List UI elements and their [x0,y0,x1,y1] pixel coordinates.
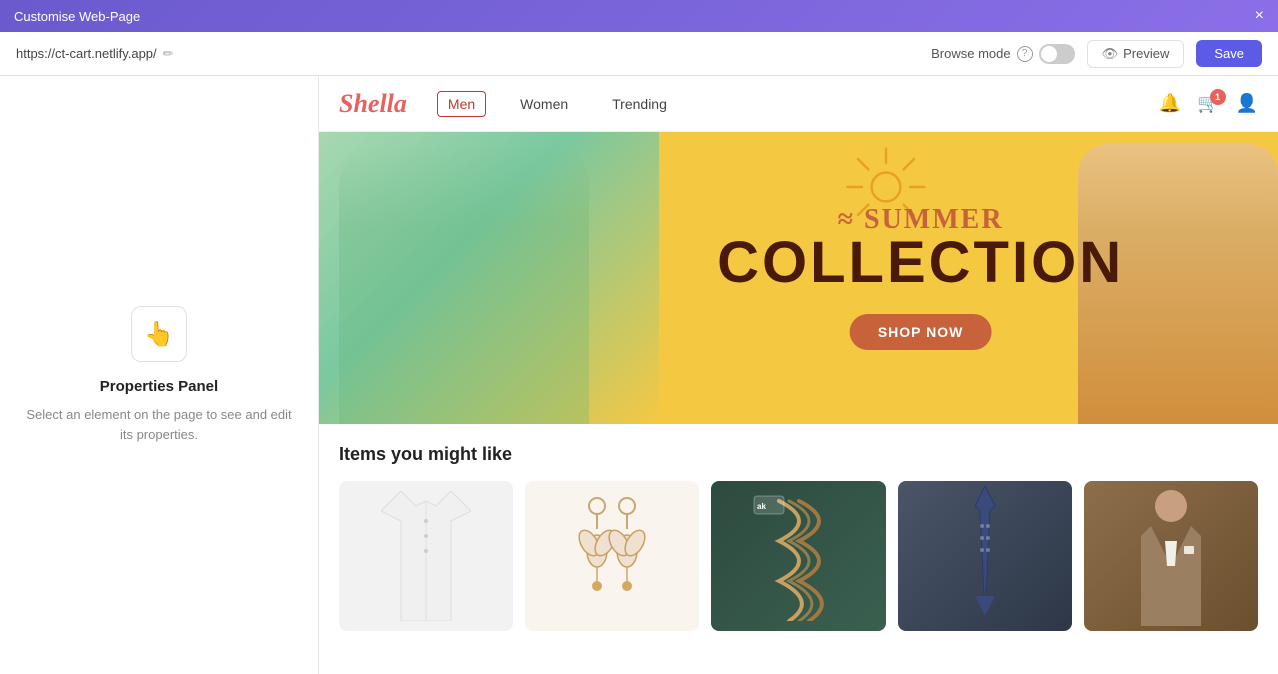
store-logo[interactable]: Shella [339,89,407,119]
page-preview: Shella Men Women Trending 🔔 🛒 1 👤 [319,76,1278,674]
svg-text:ak: ak [757,502,766,511]
preview-label: Preview [1123,46,1169,61]
notification-button[interactable]: 🔔 [1159,93,1181,114]
left-model-area [319,132,659,424]
store-nav: Shella Men Women Trending 🔔 🛒 1 👤 [319,76,1278,132]
product-suit[interactable] [1084,481,1258,631]
suit-icon [1121,486,1221,626]
title-bar: Customise Web-Page × [0,0,1278,32]
nav-item-trending[interactable]: Trending [602,92,677,116]
app-title: Customise Web-Page [14,9,140,24]
browse-mode-label: Browse mode [931,46,1010,61]
url-display: https://ct-cart.netlify.app/ ✏ [16,46,174,62]
items-section-title: Items you might like [339,444,1258,465]
browse-mode-info-icon: ? [1017,46,1033,62]
left-model-silhouette [339,144,589,424]
edit-url-icon[interactable]: ✏ [163,46,174,62]
product-rope[interactable]: ak [711,481,885,631]
browse-mode-toggle[interactable] [1039,44,1075,64]
hero-text-content: ≈ SUMMER COLLECTION SHOP NOW [717,206,1124,350]
product-earrings[interactable] [525,481,699,631]
products-grid: ak [339,481,1258,631]
save-button[interactable]: Save [1196,40,1262,67]
nav-item-men[interactable]: Men [437,91,486,117]
items-section: Items you might like [319,424,1278,651]
collection-text: COLLECTION [717,234,1124,292]
toolbar: https://ct-cart.netlify.app/ ✏ Browse mo… [0,32,1278,76]
preview-button[interactable]: 👁 Preview [1087,40,1185,68]
toggle-knob [1041,46,1057,62]
user-button[interactable]: 👤 [1236,93,1258,114]
eye-icon: 👁 [1102,46,1119,62]
product-shirt[interactable] [339,481,513,631]
hero-banner[interactable]: ≈ SUMMER COLLECTION SHOP NOW [319,132,1278,424]
tie-icon [960,486,1010,626]
nav-item-women[interactable]: Women [510,92,578,116]
rope-icon: ak [749,491,849,621]
close-button[interactable]: × [1255,8,1264,24]
shop-now-button[interactable]: SHOP NOW [850,314,992,350]
panel-icon-box: 👆 [131,306,187,362]
cart-badge: 1 [1210,89,1226,105]
panel-description: Select an element on the page to see and… [20,405,298,444]
earrings-icon [577,491,647,621]
click-icon: 👆 [144,320,174,349]
shirt-icon [381,491,471,621]
browse-mode-control: Browse mode ? [931,44,1074,64]
url-text: https://ct-cart.netlify.app/ [16,46,157,61]
nav-icons: 🔔 🛒 1 👤 [1159,93,1258,114]
product-tie[interactable] [898,481,1072,631]
cart-button[interactable]: 🛒 1 [1197,93,1219,114]
main-layout: 👆 Properties Panel Select an element on … [0,76,1278,674]
nav-items: Men Women Trending [437,91,1159,117]
panel-title: Properties Panel [100,378,218,395]
properties-panel: 👆 Properties Panel Select an element on … [0,76,319,674]
